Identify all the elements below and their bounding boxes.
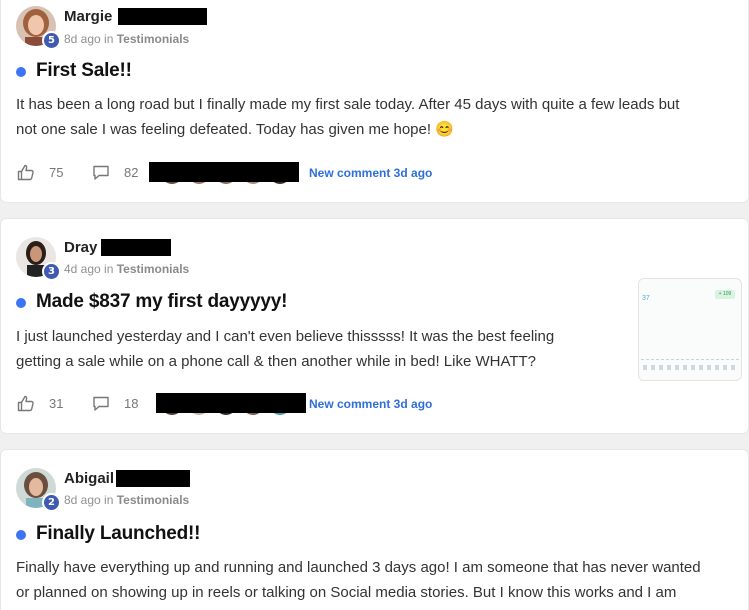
level-badge: 3 bbox=[42, 262, 61, 281]
post-body-line: I just launched yesterday and I can't ev… bbox=[16, 328, 555, 345]
author-avatar[interactable]: 5 bbox=[16, 6, 61, 50]
post-body-line: not one sale I was feeling defeated. Tod… bbox=[16, 121, 454, 138]
thumbs-up-icon bbox=[17, 395, 34, 412]
comment-button[interactable]: 18 bbox=[92, 395, 138, 412]
post-body-line: It has been a long road but I finally ma… bbox=[16, 96, 680, 113]
post-body[interactable]: Finally have everything up and running a… bbox=[16, 555, 701, 605]
comment-bubble-icon bbox=[93, 396, 109, 411]
post-card[interactable]: 5 Margie 8d ago in Testimonials First Sa… bbox=[0, 0, 749, 203]
unread-dot bbox=[16, 67, 26, 77]
post-body-line: or planned on showing up in reels or tal… bbox=[16, 584, 677, 601]
author-avatar[interactable]: 3 bbox=[16, 237, 61, 281]
post-time: 8d ago bbox=[64, 32, 101, 46]
author-name[interactable]: Abigail bbox=[64, 470, 114, 487]
thumbnail-divider bbox=[641, 359, 739, 360]
comment-count: 18 bbox=[124, 396, 139, 411]
new-comment-link[interactable]: New comment 3d ago bbox=[309, 397, 432, 411]
post-title[interactable]: Made $837 my first dayyyyy! bbox=[36, 291, 287, 313]
category-link[interactable]: Testimonials bbox=[117, 32, 189, 46]
author-name[interactable]: Dray bbox=[64, 239, 97, 256]
post-body-line: getting a sale while on a phone call & t… bbox=[16, 353, 537, 370]
in-label: in bbox=[104, 493, 114, 507]
in-label: in bbox=[104, 32, 114, 46]
post-title[interactable]: First Sale!! bbox=[36, 60, 132, 82]
like-count: 75 bbox=[49, 165, 64, 180]
post-card[interactable]: 3 Dray 4d ago in Testimonials Made $837 … bbox=[0, 218, 749, 434]
post-time: 8d ago bbox=[64, 493, 101, 507]
like-count: 31 bbox=[49, 396, 64, 411]
post-body-line: Finally have everything up and running a… bbox=[16, 559, 701, 576]
thumbnail-value: 37 bbox=[642, 295, 650, 302]
post-title[interactable]: Finally Launched!! bbox=[36, 523, 200, 545]
redacted-surname bbox=[116, 470, 190, 487]
post-body[interactable]: It has been a long road but I finally ma… bbox=[16, 92, 679, 142]
comment-bubble-icon bbox=[93, 165, 109, 180]
level-badge: 5 bbox=[42, 31, 61, 50]
post-time: 4d ago bbox=[64, 262, 101, 276]
in-label: in bbox=[104, 262, 114, 276]
thumbs-up-icon bbox=[17, 164, 34, 181]
redacted-commenters bbox=[156, 393, 306, 413]
new-comment-link[interactable]: New comment 3d ago bbox=[309, 166, 432, 180]
post-image-thumbnail[interactable]: 37 + 109 bbox=[638, 278, 742, 381]
post-meta: 8d ago in Testimonials bbox=[64, 493, 189, 507]
redacted-surname bbox=[118, 8, 207, 25]
thumbnail-badge: + 109 bbox=[715, 290, 735, 299]
author-name[interactable]: Margie bbox=[64, 8, 112, 25]
post-meta: 4d ago in Testimonials bbox=[64, 262, 189, 276]
post-meta: 8d ago in Testimonials bbox=[64, 32, 189, 46]
category-link[interactable]: Testimonials bbox=[117, 262, 189, 276]
author-avatar[interactable]: 2 bbox=[16, 468, 61, 512]
redacted-surname bbox=[101, 239, 171, 256]
unread-dot bbox=[16, 530, 26, 540]
category-link[interactable]: Testimonials bbox=[117, 493, 189, 507]
level-badge: 2 bbox=[42, 493, 61, 512]
like-button[interactable]: 31 bbox=[17, 395, 63, 412]
comment-button[interactable]: 82 bbox=[92, 164, 138, 181]
like-button[interactable]: 75 bbox=[17, 164, 63, 181]
redacted-commenters bbox=[149, 162, 299, 182]
post-card[interactable]: 2 Abigail 8d ago in Testimonials Finally… bbox=[0, 449, 749, 610]
unread-dot bbox=[16, 298, 26, 308]
thumbnail-dots bbox=[643, 365, 737, 370]
post-body[interactable]: I just launched yesterday and I can't ev… bbox=[16, 324, 554, 374]
comment-count: 82 bbox=[124, 165, 139, 180]
